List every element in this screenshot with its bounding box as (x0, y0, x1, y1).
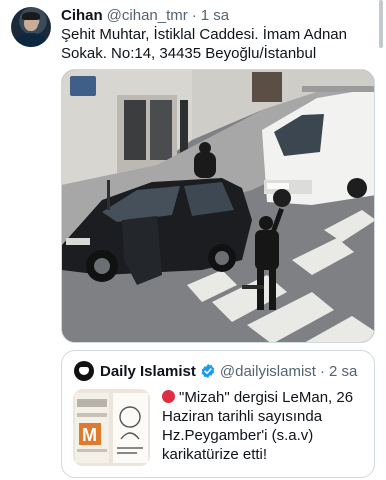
tweet-timestamp[interactable]: 1 sa (201, 7, 229, 24)
quoted-text-body: "Mizah" dergisi LeMan, 26 Haziran tarihl… (162, 389, 354, 463)
magazine-cover-image: M (73, 389, 150, 466)
author-handle[interactable]: @cihan_tmr (107, 7, 188, 24)
quoted-tweet-header: Daily Islamist @dailyislamist · 2 sa (74, 361, 357, 381)
author-name[interactable]: Cihan (61, 7, 103, 24)
quoted-author-handle: @dailyislamist (219, 362, 316, 380)
scrollbar[interactable] (379, 0, 383, 48)
quoted-author-avatar (74, 361, 94, 381)
tweet[interactable]: Cihan @cihan_tmr · 1 sa Şehit Muhtar, İs… (0, 0, 386, 480)
author-avatar[interactable] (11, 7, 51, 47)
quoted-tweet-text: "Mizah" dergisi LeMan, 26 Haziran tarihl… (162, 388, 367, 464)
quoted-author-name: Daily Islamist (100, 362, 196, 380)
quoted-tweet[interactable]: Daily Islamist @dailyislamist · 2 sa M "… (61, 350, 375, 478)
tweet-header: Cihan @cihan_tmr · 1 sa (61, 6, 229, 24)
street-scene-image (62, 70, 374, 342)
quoted-timestamp: 2 sa (328, 362, 358, 380)
verified-badge-icon (201, 364, 215, 378)
tweet-text: Şehit Muhtar, İstiklal Caddesi. İmam Adn… (61, 26, 347, 62)
quoted-separator-dot: · (319, 362, 325, 380)
quoted-thumbnail: M (73, 389, 150, 466)
svg-text:M: M (82, 425, 97, 445)
separator-dot: · (191, 6, 197, 24)
red-circle-icon (162, 390, 175, 403)
tweet-photo[interactable] (61, 69, 375, 343)
